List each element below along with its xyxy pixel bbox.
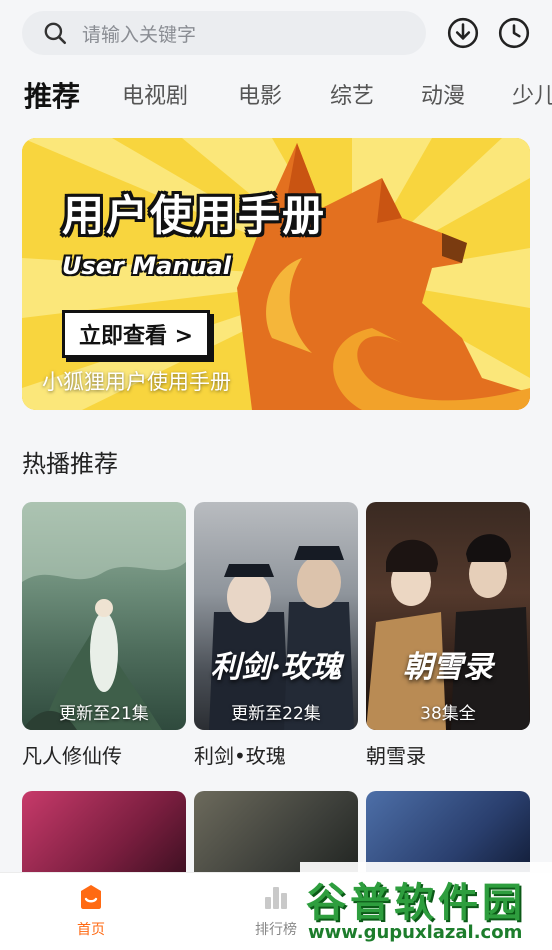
view-now-button[interactable]: 立即查看 > — [62, 310, 210, 358]
poster-art — [22, 502, 186, 730]
banner-caption: 小狐狸用户使用手册 — [42, 370, 231, 394]
history-clock-icon — [498, 17, 530, 49]
search-bar[interactable]: 请输入关键字 — [22, 11, 426, 55]
drama-card[interactable]: 利剑·玫瑰 更新至22集 利剑•玫瑰 — [194, 502, 358, 769]
banner-subtitle: User Manual — [62, 252, 231, 280]
drama-card[interactable]: 朝雪录 38集全 朝雪录 — [366, 502, 530, 769]
drama-title: 朝雪录 — [366, 744, 426, 768]
download-icon — [447, 17, 479, 49]
nav-home-label: 首页 — [77, 922, 105, 938]
episode-badge: 38集全 — [420, 704, 476, 724]
banner-title: 用户使用手册 — [62, 191, 327, 240]
watermark-url: www.gupuxlazal.com — [308, 922, 523, 943]
tab-variety[interactable]: 综艺 — [330, 72, 374, 122]
poster-image: 更新至21集 — [22, 502, 186, 730]
poster-image: 朝雪录 38集全 — [366, 502, 530, 730]
drama-title: 利剑•玫瑰 — [194, 744, 286, 768]
nav-home[interactable]: 首页 — [46, 881, 136, 939]
episode-badge: 更新至21集 — [59, 704, 149, 724]
tab-anime[interactable]: 动漫 — [421, 72, 465, 122]
poster-art — [209, 546, 354, 730]
tab-tv-series[interactable]: 电视剧 — [122, 72, 188, 122]
download-button[interactable] — [445, 15, 481, 51]
ranking-icon — [265, 887, 287, 909]
drama-title: 凡人修仙传 — [22, 744, 122, 768]
search-icon — [44, 22, 67, 45]
watermark: 谷普软件园 www.gupuxlazal.com — [300, 862, 552, 950]
drama-card[interactable] — [22, 791, 186, 881]
section-title-hot: 热播推荐 — [22, 450, 118, 478]
category-tabs: 推荐 电视剧 电影 综艺 动漫 少儿 — [0, 72, 552, 122]
watermark-text: 谷普软件园 — [306, 880, 526, 926]
home-icon — [81, 885, 101, 909]
tab-kids[interactable]: 少儿 — [512, 72, 552, 122]
drama-card[interactable]: 更新至21集 凡人修仙传 — [22, 502, 186, 769]
poster-image: 利剑·玫瑰 更新至22集 — [194, 502, 358, 730]
tab-movies[interactable]: 电影 — [238, 72, 282, 122]
poster-art — [366, 534, 530, 730]
poster-title: 朝雪录 — [403, 650, 493, 685]
episode-badge: 更新至22集 — [231, 704, 321, 724]
banner-user-manual[interactable]: 用户使用手册 User Manual 立即查看 > 小狐狸用户使用手册 — [22, 138, 530, 410]
poster-title: 利剑·玫瑰 — [210, 650, 342, 685]
history-button[interactable] — [496, 15, 532, 51]
search-input[interactable]: 请输入关键字 — [82, 20, 196, 47]
tab-recommend[interactable]: 推荐 — [24, 72, 80, 122]
